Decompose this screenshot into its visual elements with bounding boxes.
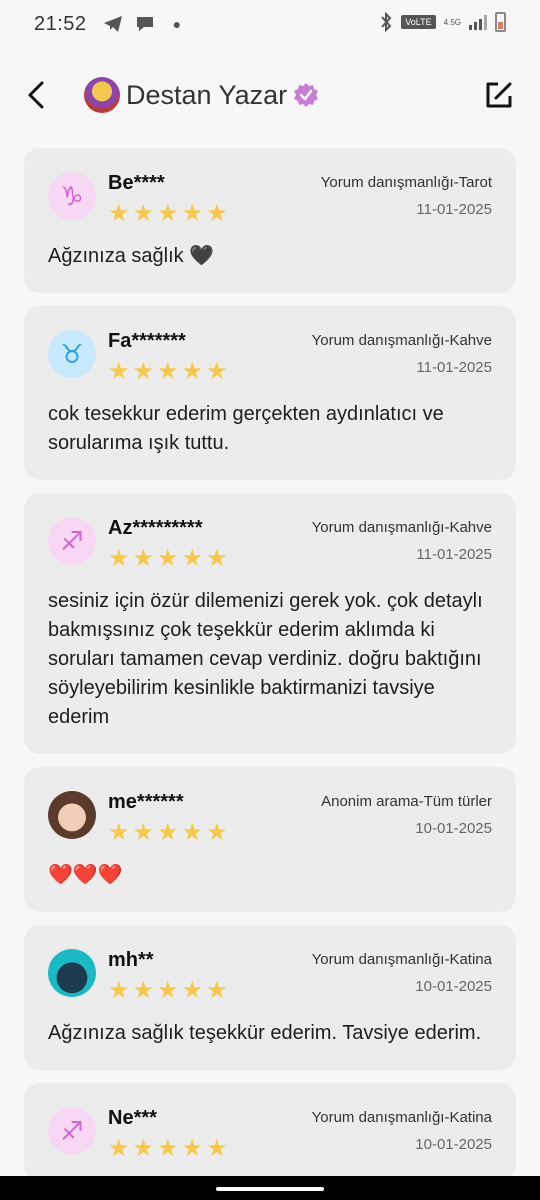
star-icon: ★	[132, 545, 155, 572]
review-list[interactable]: ♑ Be**** ★ ★ ★ ★ ★ Yorum danışmanlığı-Tarot …	[24, 148, 516, 1194]
star-icon: ★	[206, 358, 228, 385]
reviewer-name: mh**	[108, 949, 154, 971]
edit-icon[interactable]	[484, 80, 514, 110]
review-date: 10-01-2025	[415, 1136, 492, 1153]
star-icon: ★	[181, 200, 204, 227]
service-type: Yorum danışmanlığı-Katina	[311, 951, 492, 968]
review-card: mh** ★ ★ ★ ★ ★ Yorum danışmanlığı-Katina 10-…	[24, 925, 516, 1070]
star-icon: ★	[108, 1135, 130, 1162]
review-card: ♐ Az********* ★ ★ ★ ★ ★ Yorum danışmanlığı-K…	[24, 493, 516, 754]
star-icon: ★	[132, 819, 155, 846]
taurus-icon: ♉	[48, 330, 96, 378]
review-date: 11-01-2025	[416, 359, 492, 376]
review-text: ❤️❤️❤️	[48, 864, 123, 886]
battery-icon	[495, 12, 506, 32]
avatar	[48, 949, 96, 997]
reviewer-name: Ne***	[108, 1107, 157, 1129]
star-icon: ★	[181, 545, 204, 572]
star-icon: ★	[206, 200, 228, 227]
star-icon: ★	[157, 358, 179, 385]
star-icon: ★	[108, 819, 130, 846]
review-card: me****** ★ ★ ★ ★ ★ Anonim arama-Tüm türler 1…	[24, 767, 516, 912]
capricorn-icon: ♑	[48, 172, 96, 220]
chat-bubble-icon	[136, 17, 153, 31]
service-type: Yorum danışmanlığı-Katina	[311, 1109, 492, 1126]
status-bar: 21:52 ● VoLTE 4.5G	[0, 0, 540, 48]
signal-icon	[469, 14, 487, 30]
review-date: 10-01-2025	[415, 820, 492, 837]
service-type: Anonim arama-Tüm türler	[321, 793, 492, 810]
star-icon: ★	[181, 977, 204, 1004]
star-icon: ★	[206, 545, 228, 572]
review-text: cok tesekkur ederim gerçekten aydınlatıc…	[48, 403, 444, 454]
star-icon: ★	[157, 545, 179, 572]
review-text: sesiniz için özür dilemenizi gerek yok. …	[48, 590, 483, 728]
review-card: ♐ Ne*** ★ ★ ★ ★ ★ Yorum danışmanlığı-Katina …	[24, 1083, 516, 1181]
star-icon: ★	[132, 1135, 155, 1162]
star-icon: ★	[108, 545, 130, 572]
star-rating: ★ ★ ★ ★ ★	[108, 360, 228, 384]
review-card: ♑ Be**** ★ ★ ★ ★ ★ Yorum danışmanlığı-Tarot …	[24, 148, 516, 293]
bluetooth-icon	[381, 12, 392, 32]
star-rating: ★ ★ ★ ★ ★	[108, 547, 228, 571]
reviewer-name: Az*********	[108, 517, 203, 539]
star-icon: ★	[108, 200, 130, 227]
sagittarius-icon: ♐	[48, 1107, 96, 1155]
star-rating: ★ ★ ★ ★ ★	[108, 202, 228, 226]
review-date: 11-01-2025	[416, 201, 492, 218]
app-header: Destan Yazar	[0, 70, 540, 122]
review-date: 11-01-2025	[416, 546, 492, 563]
service-type: Yorum danışmanlığı-Kahve	[311, 519, 492, 536]
profile-header[interactable]: Destan Yazar	[84, 77, 319, 113]
reviewer-name: Fa*******	[108, 330, 186, 352]
star-icon: ★	[157, 200, 179, 227]
reviewer-name: me******	[108, 791, 184, 813]
service-type: Yorum danışmanlığı-Kahve	[311, 332, 492, 349]
system-nav-bar	[0, 1176, 540, 1200]
volte-icon: VoLTE	[401, 15, 436, 29]
network-type-label: 4.5G	[443, 17, 461, 27]
star-icon: ★	[132, 358, 155, 385]
telegram-icon	[103, 16, 122, 32]
star-rating: ★ ★ ★ ★ ★	[108, 979, 228, 1003]
star-icon: ★	[181, 358, 204, 385]
star-icon: ★	[108, 358, 130, 385]
sagittarius-icon: ♐	[48, 517, 96, 565]
profile-name: Destan Yazar	[126, 79, 288, 110]
star-icon: ★	[206, 819, 228, 846]
status-time: 21:52	[34, 12, 87, 35]
review-date: 10-01-2025	[415, 978, 492, 995]
star-icon: ★	[132, 977, 155, 1004]
dot-icon: ●	[172, 16, 182, 32]
star-icon: ★	[157, 977, 179, 1004]
review-text: Ağzınıza sağlık 🖤	[48, 245, 215, 267]
star-rating: ★ ★ ★ ★ ★	[108, 821, 228, 845]
star-icon: ★	[157, 819, 179, 846]
review-card: ♉ Fa******* ★ ★ ★ ★ ★ Yorum danışmanlığı-Kah…	[24, 306, 516, 480]
star-icon: ★	[206, 1135, 228, 1162]
star-icon: ★	[181, 1135, 204, 1162]
avatar	[84, 77, 120, 113]
back-arrow-icon[interactable]	[22, 80, 52, 110]
star-rating: ★ ★ ★ ★ ★	[108, 1137, 228, 1161]
star-icon: ★	[157, 1135, 179, 1162]
star-icon: ★	[181, 819, 204, 846]
star-icon: ★	[132, 200, 155, 227]
reviewer-name: Be****	[108, 172, 165, 194]
avatar	[48, 791, 96, 839]
verified-badge-icon	[294, 83, 319, 107]
star-icon: ★	[206, 977, 228, 1004]
review-text: Ağzınıza sağlık teşekkür ederim. Tavsiye…	[48, 1022, 482, 1044]
home-gesture-handle[interactable]	[216, 1187, 324, 1191]
service-type: Yorum danışmanlığı-Tarot	[320, 174, 492, 191]
star-icon: ★	[108, 977, 130, 1004]
